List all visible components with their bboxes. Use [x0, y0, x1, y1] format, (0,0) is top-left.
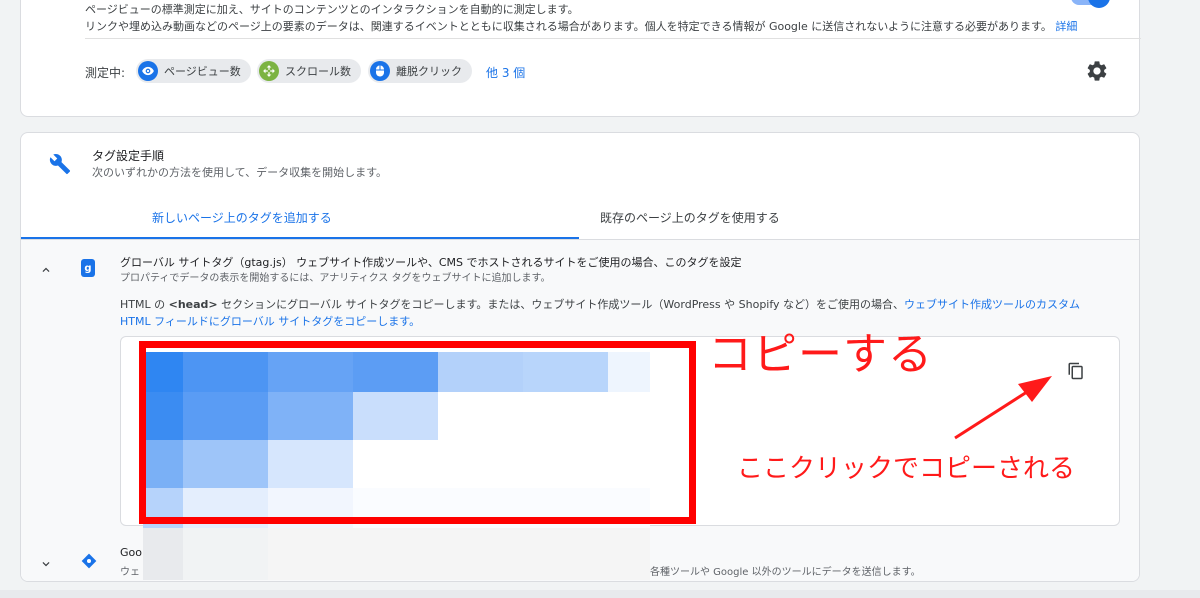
divider — [85, 38, 1141, 39]
enhanced-measurement-toggle[interactable] — [1071, 0, 1110, 8]
head-tag-text: <head> — [168, 298, 218, 311]
chip-pageviews[interactable]: ページビュー数 — [136, 59, 251, 83]
chevron-up-icon[interactable] — [39, 262, 53, 276]
setup-subtitle: 次のいずれかの方法を使用して、データ収集を開始します。 — [92, 166, 388, 179]
chevron-down-icon[interactable] — [39, 556, 53, 570]
copy-icon[interactable] — [1067, 362, 1085, 380]
measure-description-1: ページビューの標準測定に加え、サイトのコンテンツとのインタラクションを自動的に測… — [85, 3, 579, 16]
annotation-highlight-box — [139, 341, 696, 524]
website-builder-link[interactable]: ウェブサイト作成ツールのカスタム — [904, 298, 1080, 311]
instruction-text: HTML の — [120, 298, 169, 311]
chip-label: スクロール数 — [285, 65, 351, 78]
gtag-instruction-line1: HTML の <head> セクションにグローバル サイトタグをコピーします。ま… — [120, 296, 1080, 312]
annotation-copy-text: コピーする — [708, 329, 933, 380]
measuring-label: 測定中: — [85, 66, 126, 80]
mouse-icon — [370, 61, 390, 81]
gtag-title: グローバル サイトタグ（gtag.js） ウェブサイト作成ツールや、CMS でホ… — [120, 256, 742, 269]
measure-description-2-text: リンクや埋め込み動画などのページ上の要素のデータは、関連するイベントとともに収集… — [85, 20, 1052, 33]
details-link[interactable]: 詳細 — [1055, 20, 1077, 33]
annotation-click-hint: ここクリックでコピーされる — [737, 454, 1076, 484]
website-builder-link-cont[interactable]: HTML フィールドにグローバル サイトタグをコピーします。 — [120, 313, 420, 329]
tab-use-existing-tag[interactable]: 既存のページ上のタグを使用する — [600, 209, 780, 226]
chip-outbound-clicks[interactable]: 離脱クリック — [368, 59, 472, 83]
gtm-title: Goo — [120, 546, 142, 559]
gtm-subtitle-tail: 各種ツールや Google 以外のツールにデータを送信します。 — [650, 567, 921, 578]
more-events-link[interactable]: 他 3 個 — [486, 64, 525, 81]
chip-scrolls[interactable]: スクロール数 — [257, 59, 361, 83]
chip-label: 離脱クリック — [396, 65, 462, 78]
tab-add-new-tag[interactable]: 新しいページ上のタグを追加する — [152, 209, 332, 226]
measure-description-2: リンクや埋め込み動画などのページ上の要素のデータは、関連するイベントとともに収集… — [85, 20, 1077, 34]
scroll-icon — [259, 61, 279, 81]
setup-title: タグ設定手順 — [92, 149, 165, 163]
toggle-knob — [1088, 0, 1110, 8]
chip-label: ページビュー数 — [164, 65, 241, 78]
eye-icon — [138, 61, 158, 81]
gear-icon[interactable] — [1085, 59, 1109, 83]
active-tab-indicator — [21, 237, 579, 239]
instruction-text: セクションにグローバル サイトタグをコピーします。または、ウェブサイト作成ツール… — [217, 298, 905, 311]
gtag-icon: g — [81, 259, 95, 277]
page-bottom-edge — [0, 590, 1200, 598]
gtm-subtitle: ウェ — [120, 567, 140, 578]
auto-measure-card: ページビューの標準測定に加え、サイトのコンテンツとのインタラクションを自動的に測… — [20, 0, 1141, 117]
tag-manager-icon — [81, 553, 97, 569]
wrench-icon — [49, 153, 71, 175]
gtag-subtitle: プロパティでデータの表示を開始するには、アナリティクス タグをウェブサイトに追加… — [120, 273, 551, 284]
